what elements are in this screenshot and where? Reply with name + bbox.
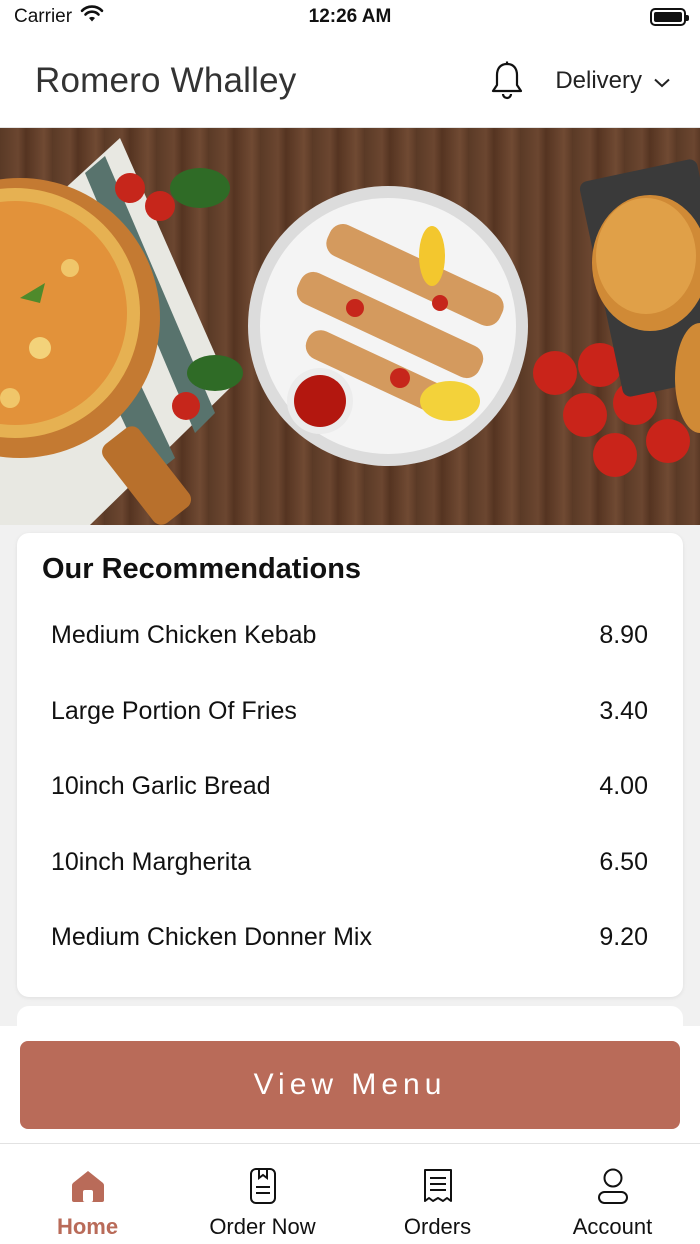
header-actions: Delivery [489,60,670,102]
account-icon [593,1166,633,1206]
recommendations-title: Our Recommendations [42,553,362,585]
recommendation-item[interactable]: 10inch Margherita 6.50 [42,825,648,901]
tab-orders[interactable]: Orders [350,1144,525,1244]
item-price: 6.50 [599,847,648,876]
recommendation-item[interactable]: Large Portion Of Fries 3.40 [42,674,648,750]
item-name: 10inch Garlic Bread [51,772,271,801]
receipt-icon [418,1166,458,1206]
recommendation-item[interactable]: Medium Chicken Kebab 8.90 [42,598,648,674]
item-name: Medium Chicken Donner Mix [51,923,372,952]
item-price: 8.90 [599,621,648,650]
order-mode-dropdown[interactable]: Delivery [555,67,670,95]
item-price: 3.40 [599,696,648,725]
cta-area: View Menu [0,1026,700,1143]
tab-account[interactable]: Account [525,1144,700,1244]
recommendations-list: Medium Chicken Kebab 8.90 Large Portion … [42,598,648,976]
recommendation-item[interactable]: Medium Chicken Donner Mix 9.20 [42,900,648,976]
hero-food-image [0,138,700,525]
wifi-icon [80,5,104,29]
home-icon [68,1166,108,1206]
status-left: Carrier [14,5,104,29]
order-now-icon [243,1166,283,1206]
store-name: Romero Whalley [35,60,297,100]
tab-label: Orders [403,1214,472,1239]
order-mode-label: Delivery [555,66,642,94]
bell-icon[interactable] [489,60,525,102]
item-price: 9.20 [599,923,648,952]
item-name: Large Portion Of Fries [51,696,297,725]
tab-home[interactable]: Home [0,1144,175,1244]
chevron-down-icon [654,67,670,95]
carrier-label: Carrier [14,6,73,27]
battery-icon [650,8,689,26]
hero-banner [0,128,700,525]
recommendation-item[interactable]: 10inch Garlic Bread 4.00 [42,749,648,825]
app-header: Romero Whalley Delivery [0,34,700,128]
tab-label: Home [56,1214,119,1239]
tab-label: Order Now [209,1214,316,1239]
bottom-tab-bar: Home Order Now Orders Account [0,1143,700,1244]
recommendations-card: Our Recommendations Medium Chicken Kebab… [17,533,683,997]
item-name: Medium Chicken Kebab [51,621,317,650]
tab-label: Account [572,1214,653,1239]
item-name: 10inch Margherita [51,847,252,876]
status-bar: Carrier 12:26 AM [0,0,700,34]
tab-order-now[interactable]: Order Now [175,1144,350,1244]
status-time: 12:26 AM [308,6,392,27]
view-menu-button[interactable]: View Menu [20,1041,680,1129]
item-price: 4.00 [599,772,648,801]
